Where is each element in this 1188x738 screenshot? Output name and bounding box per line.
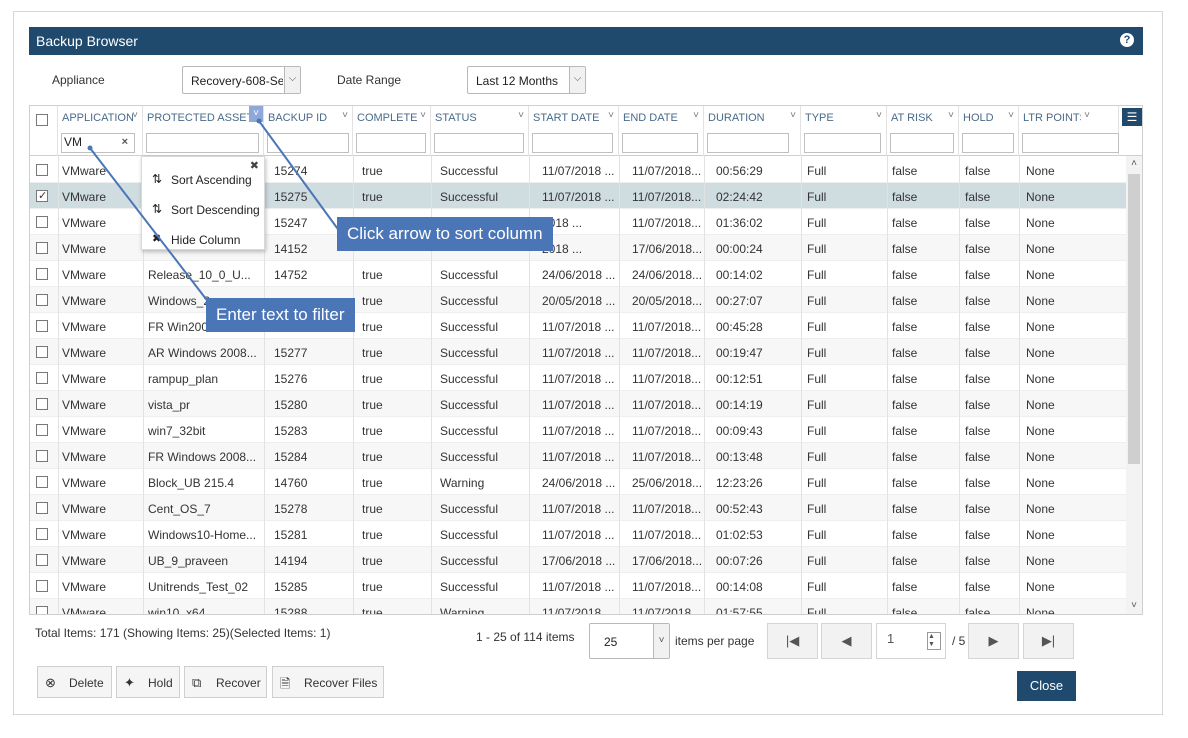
recover-icon: ⧉: [192, 675, 202, 690]
range-info: 1 - 25 of 114 items: [476, 630, 575, 644]
page-stepper-icon[interactable]: ▲ ▼: [927, 632, 941, 650]
per-page-value: 25: [604, 635, 618, 649]
filter-callout-dot: [87, 145, 93, 151]
last-page-button[interactable]: ▶|: [1023, 623, 1074, 659]
chevron-down-icon: ˅: [653, 624, 669, 658]
per-page-label: items per page: [675, 634, 755, 648]
sort-callout: Click arrow to sort column: [337, 217, 553, 251]
recover-files-label: Recover Files: [304, 676, 378, 690]
recover-button[interactable]: ⧉ Recover: [184, 666, 267, 698]
total-items-info: Total Items: 171 (Showing Items: 25)(Sel…: [35, 626, 331, 640]
page-number-value: 1: [887, 631, 895, 646]
filter-callout-line: [89, 147, 217, 313]
delete-button[interactable]: ⊗ Delete: [37, 666, 112, 698]
hold-button[interactable]: ✦ Hold: [116, 666, 180, 698]
next-page-icon: ▶: [988, 633, 999, 648]
next-page-button[interactable]: ▶: [968, 623, 1019, 659]
sort-callout-dot: [256, 118, 262, 124]
hold-label: Hold: [148, 676, 173, 690]
delete-label: Delete: [69, 676, 104, 690]
delete-icon: ⊗: [45, 675, 56, 690]
last-page-icon: ▶|: [1041, 633, 1056, 648]
recover-files-button[interactable]: 🗎 Recover Files: [272, 666, 384, 698]
per-page-select[interactable]: 25 ˅: [589, 623, 670, 659]
close-button[interactable]: Close: [1017, 671, 1076, 701]
recover-files-icon: 🗎: [280, 676, 291, 691]
page-number-input[interactable]: 1 ▲ ▼: [876, 623, 946, 659]
prev-page-button[interactable]: ◀: [821, 623, 872, 659]
filter-callout: Enter text to filter: [206, 298, 355, 332]
recover-label: Recover: [216, 676, 261, 690]
prev-page-icon: ◀: [841, 633, 852, 648]
first-page-icon: |◀: [785, 633, 800, 648]
page-total: / 5: [952, 634, 966, 648]
pin-icon: ✦: [124, 675, 135, 690]
sort-callout-line: [258, 120, 341, 233]
first-page-button[interactable]: |◀: [767, 623, 818, 659]
